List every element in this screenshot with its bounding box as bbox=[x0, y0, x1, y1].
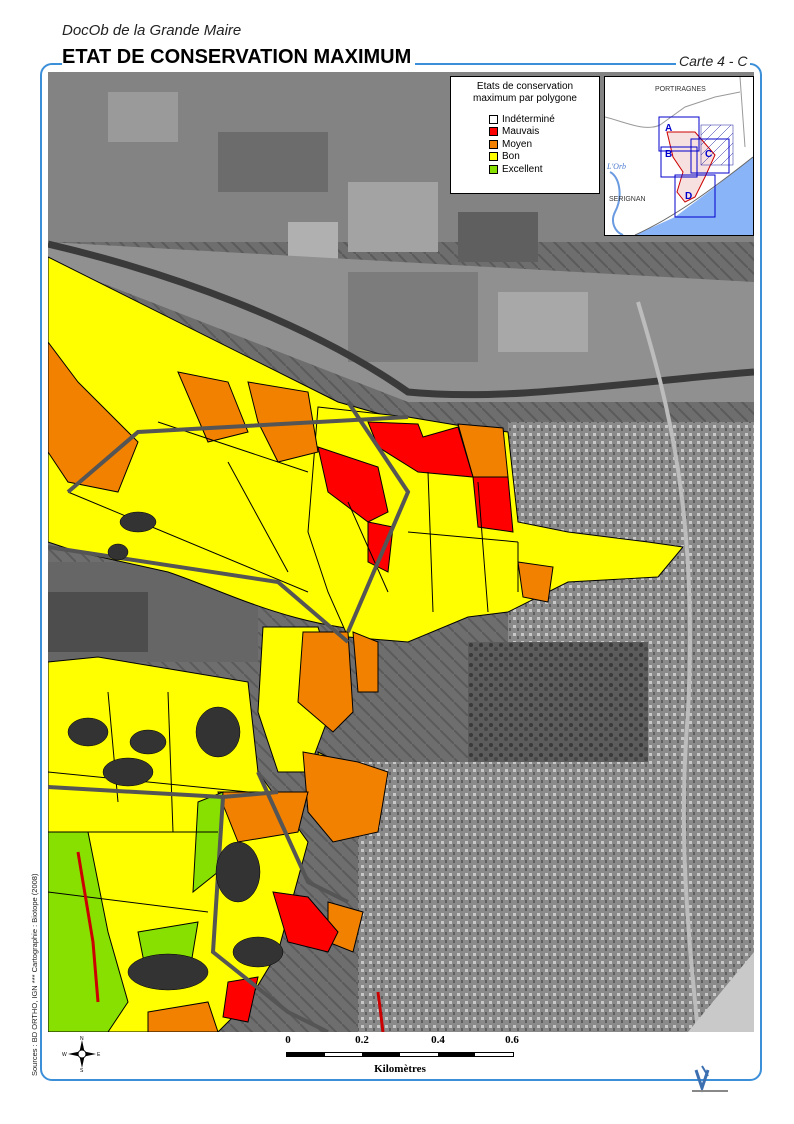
orchard bbox=[468, 642, 648, 762]
compass-e: E bbox=[97, 1052, 101, 1058]
legend-title-line2: maximum par polygone bbox=[473, 93, 577, 104]
compass-s: S bbox=[80, 1068, 84, 1072]
inset-sector-c: C bbox=[705, 149, 712, 160]
inset-river-label: L'Orb bbox=[606, 162, 626, 171]
legend-label: Bon bbox=[502, 151, 520, 163]
legend-swatch bbox=[489, 152, 498, 162]
legend-label: Mauvais bbox=[502, 126, 540, 138]
polygon-mauvais-east bbox=[472, 476, 514, 533]
legend-item-bon: Bon bbox=[489, 151, 599, 164]
legend-item-mauvais: Mauvais bbox=[489, 126, 599, 139]
logo-icon bbox=[692, 1065, 728, 1093]
map-code: Carte 4 - C bbox=[676, 53, 751, 69]
scale-tick-1: 0.2 bbox=[355, 1034, 369, 1046]
compass-n: N bbox=[80, 1036, 84, 1042]
scale-unit: Kilomètres bbox=[374, 1063, 426, 1075]
sources-credit: Sources : BD ORTHO, IGN *** Cartographie… bbox=[30, 873, 39, 1076]
legend-item-excellent: Excellent bbox=[489, 163, 599, 176]
compass-icon: N S W E bbox=[62, 1036, 101, 1074]
legend-swatch bbox=[489, 139, 498, 149]
compass-rose: N S W E bbox=[62, 1036, 102, 1074]
scale-bar-graphic bbox=[286, 1052, 514, 1057]
inset-sector-a: A bbox=[665, 123, 672, 134]
legend-item-moyen: Moyen bbox=[489, 138, 599, 151]
compass-w: W bbox=[62, 1052, 67, 1058]
inset-place-north: PORTIRAGNES bbox=[655, 86, 706, 93]
inset-place-west: SERIGNAN bbox=[609, 196, 646, 203]
inset-sector-d: D bbox=[685, 191, 692, 202]
legend-label: Moyen bbox=[502, 138, 533, 150]
subtitle: DocOb de la Grande Maire bbox=[62, 22, 242, 39]
legend-swatch bbox=[489, 114, 498, 124]
inset-canvas: PORTIRAGNES SERIGNAN L'Orb A B C D bbox=[605, 77, 753, 235]
legend-item-indetermine: Indéterminé bbox=[489, 113, 599, 126]
scale-bar: 0 0.2 0.4 0.6 Kilomètres bbox=[285, 1034, 519, 1084]
page-title: ETAT DE CONSERVATION MAXIMUM bbox=[62, 46, 416, 69]
biotope-logo bbox=[686, 1062, 736, 1096]
legend-label: Indéterminé bbox=[502, 113, 555, 125]
legend-title-line1: Etats de conservation bbox=[476, 81, 574, 92]
scale-tick-0: 0 bbox=[285, 1034, 291, 1046]
inset-sector-b: B bbox=[665, 149, 672, 160]
inset-locator-map: PORTIRAGNES SERIGNAN L'Orb A B C D bbox=[604, 76, 754, 236]
legend-box: Etats de conservation maximum par polygo… bbox=[450, 76, 600, 194]
legend-items: Indéterminé Mauvais Moyen Bon Excellent bbox=[489, 113, 599, 176]
legend-label: Excellent bbox=[502, 163, 543, 175]
scale-tick-3: 0.6 bbox=[505, 1034, 519, 1046]
legend-swatch bbox=[489, 164, 498, 174]
legend-swatch bbox=[489, 127, 498, 137]
scale-tick-2: 0.4 bbox=[431, 1034, 445, 1046]
legend-title: Etats de conservation maximum par polygo… bbox=[451, 81, 599, 105]
